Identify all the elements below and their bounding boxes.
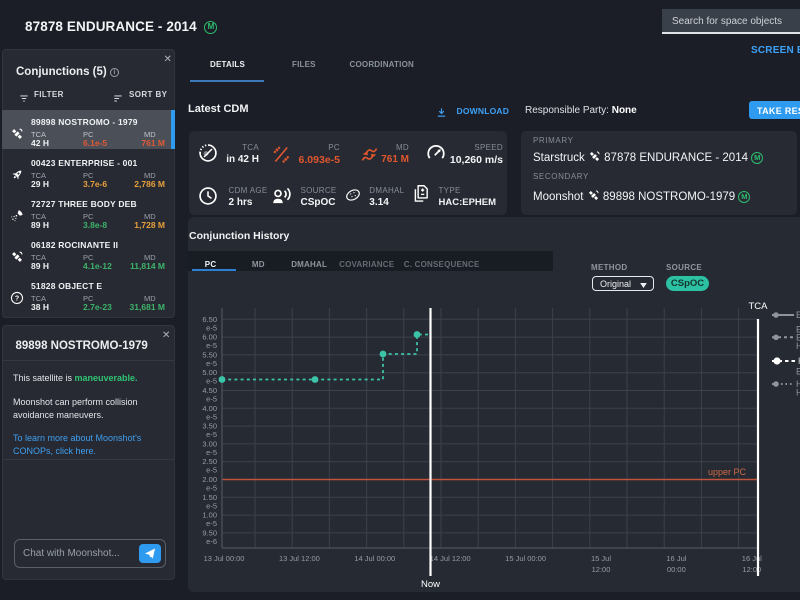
svg-text:12:00: 12:00: [592, 565, 611, 574]
svg-text:H: H: [796, 341, 800, 351]
svg-text:15 Jul: 15 Jul: [591, 554, 611, 563]
svg-text:15 Jul 00:00: 15 Jul 00:00: [505, 554, 546, 563]
svg-text:e-5: e-5: [206, 359, 217, 368]
svg-text:14 Jul 12:00: 14 Jul 12:00: [430, 554, 471, 563]
svg-text:H: H: [796, 388, 800, 398]
svg-text:upper PC: upper PC: [708, 467, 747, 477]
svg-text:00:00: 00:00: [667, 565, 686, 574]
svg-text:e-5: e-5: [206, 323, 217, 332]
svg-text:e-5: e-5: [206, 377, 217, 386]
svg-text:13 Jul 12:00: 13 Jul 12:00: [279, 554, 320, 563]
svg-text:14 Jul 00:00: 14 Jul 00:00: [354, 554, 395, 563]
svg-text:e-6: e-6: [206, 537, 217, 546]
svg-text:TCA: TCA: [749, 301, 769, 312]
svg-text:13 Jul 00:00: 13 Jul 00:00: [204, 554, 245, 563]
svg-text:e-5: e-5: [206, 519, 217, 528]
svg-text:?: ?: [15, 295, 19, 302]
svg-text:e-5: e-5: [206, 484, 217, 493]
svg-text:e-5: e-5: [206, 466, 217, 475]
svg-text:E: E: [796, 310, 800, 320]
svg-text:e-5: e-5: [206, 412, 217, 421]
svg-text:E: E: [796, 367, 800, 377]
svg-text:Now: Now: [421, 579, 440, 590]
svg-text:e-5: e-5: [206, 341, 217, 350]
svg-text:e-5: e-5: [206, 395, 217, 404]
svg-text:16 Jul: 16 Jul: [666, 554, 686, 563]
svg-text:e-5: e-5: [206, 430, 217, 439]
svg-text:e-5: e-5: [206, 448, 217, 457]
svg-text:e-5: e-5: [206, 501, 217, 510]
